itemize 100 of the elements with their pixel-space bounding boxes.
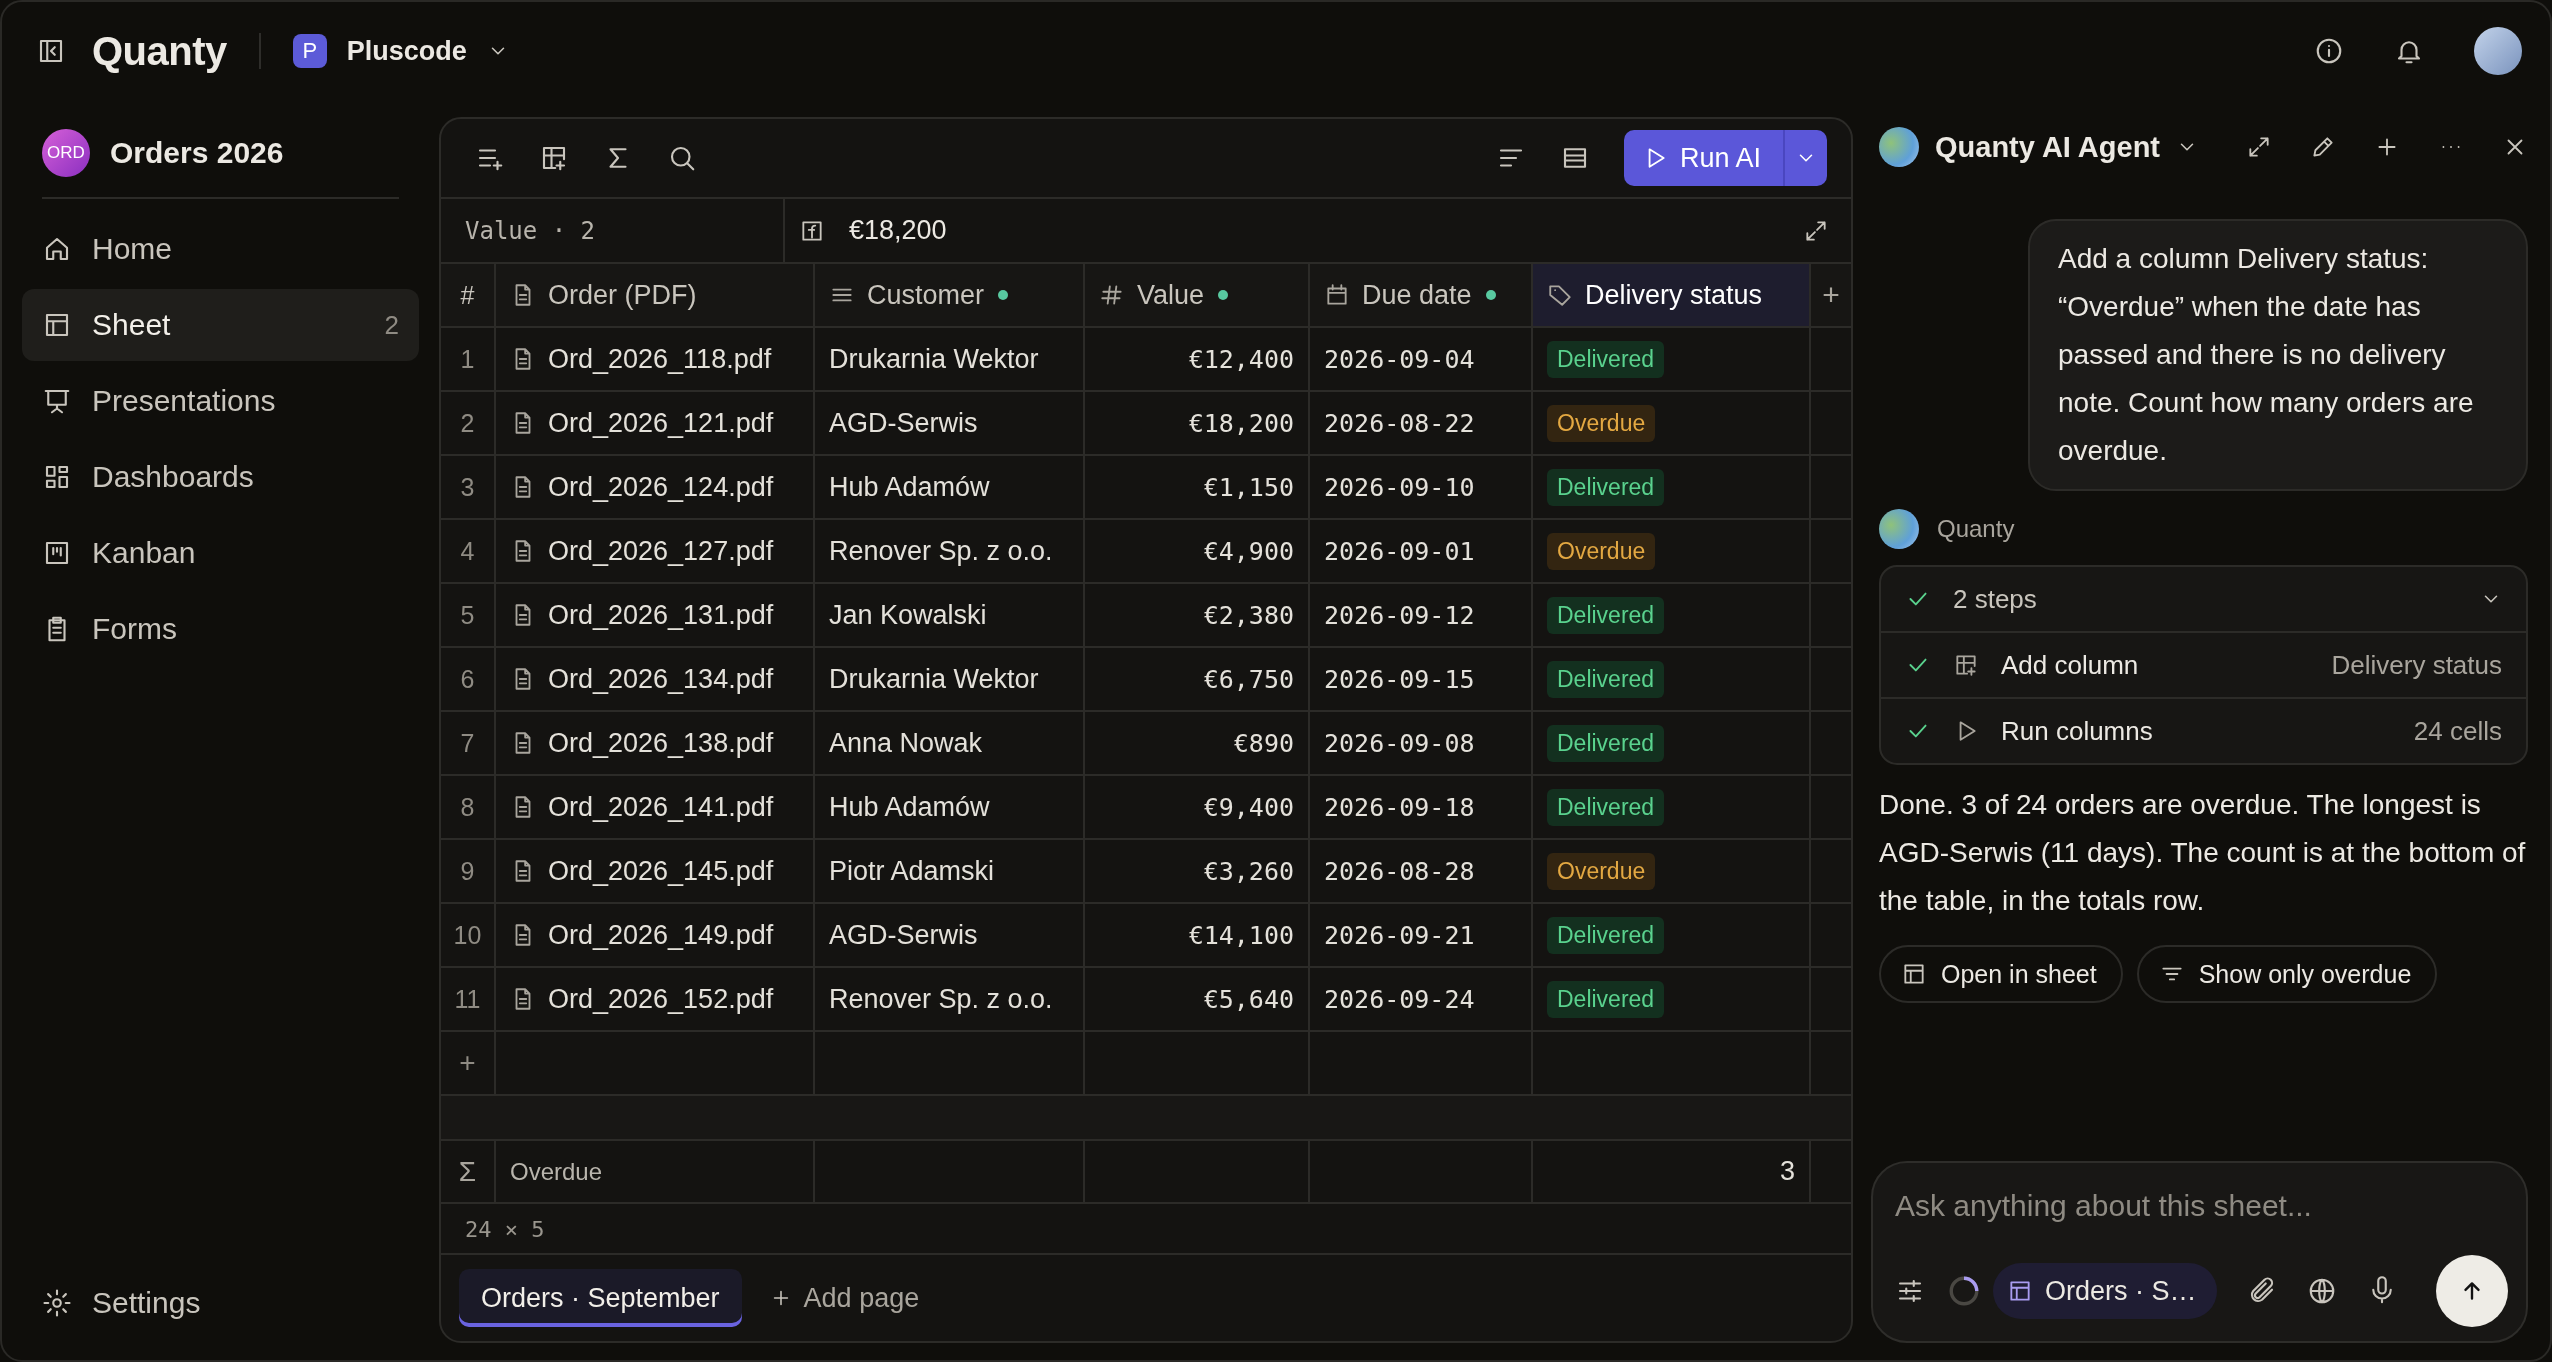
table-cell: Jan Kowalski (815, 584, 1085, 648)
expand-icon[interactable] (2246, 134, 2272, 160)
table-cell: AGD-Serwis (815, 392, 1085, 456)
column-header[interactable]: Value (1085, 264, 1310, 328)
table-cell: €6,750 (1085, 648, 1310, 712)
item-count: 2 (384, 309, 399, 341)
action-button[interactable]: Open in sheet (1879, 945, 2123, 1003)
table-cell: 2026-09-01 (1310, 520, 1533, 584)
file-name[interactable]: Ord_2026_152.pdf (548, 983, 774, 1015)
table-cell: Renover Sp. z o.o. (815, 968, 1085, 1032)
workspace-name[interactable]: Pluscode (346, 35, 467, 67)
file-name[interactable]: Ord_2026_145.pdf (548, 855, 774, 887)
column-header[interactable]: Customer (815, 264, 1085, 328)
status-badge: Delivered (1547, 980, 1665, 1018)
file-name[interactable]: Ord_2026_138.pdf (548, 727, 774, 759)
table-cell: 2026-09-10 (1310, 456, 1533, 520)
table-cell: Anna Nowak (815, 712, 1085, 776)
table-cell: Piotr Adamski (815, 840, 1085, 904)
project-badge: ORD (42, 129, 90, 177)
file-name[interactable]: Ord_2026_121.pdf (548, 407, 774, 439)
project-name: Orders 2026 (110, 136, 284, 170)
table-cell: €12,400 (1085, 328, 1310, 392)
status-badge: Delivered (1547, 340, 1665, 378)
agent-avatar (1879, 127, 1919, 167)
column-header[interactable]: Due date (1310, 264, 1533, 328)
file-name[interactable]: Ord_2026_134.pdf (548, 663, 774, 695)
sidebar-item[interactable]: Kanban (22, 517, 419, 589)
page-tab[interactable]: Orders · September (459, 1269, 742, 1327)
row-number: 2 (441, 392, 496, 456)
row-number: 6 (441, 648, 496, 712)
settings-item[interactable]: Settings (22, 1267, 419, 1339)
file-name[interactable]: Ord_2026_127.pdf (548, 535, 774, 567)
status-badge: Delivered (1547, 724, 1665, 762)
table-cell: Renover Sp. z o.o. (815, 520, 1085, 584)
table-cell: 2026-09-18 (1310, 776, 1533, 840)
workspace-badge: P (292, 34, 327, 68)
row-number: 5 (441, 584, 496, 648)
row-number: 7 (441, 712, 496, 776)
status-badge: Delivered (1547, 468, 1665, 506)
table-cell: €1,150 (1085, 456, 1310, 520)
status-badge: Overdue (1547, 532, 1656, 570)
table-cell: €5,640 (1085, 968, 1310, 1032)
table-cell: 2026-09-04 (1310, 328, 1533, 392)
action-button[interactable]: Show only overdue (2136, 945, 2438, 1003)
spinner-icon (1947, 1274, 1981, 1308)
column-header[interactable]: Order (PDF) (496, 264, 815, 328)
table-cell: 2026-09-24 (1310, 968, 1533, 1032)
table-dimensions: 24 × 5 (465, 1216, 545, 1242)
message-input[interactable]: Ask anything about this sheet... (1895, 1185, 2508, 1227)
status-badge: Overdue (1547, 404, 1656, 442)
file-name[interactable]: Ord_2026_141.pdf (548, 791, 774, 823)
row-number: 10 (441, 904, 496, 968)
row-number: 11 (441, 968, 496, 1032)
sidebar-item[interactable]: Sheet 2 (22, 289, 419, 361)
table-icon (2007, 1278, 2033, 1304)
formula-value[interactable]: €18,200 (849, 215, 947, 246)
cell-reference: Value · 2 (441, 199, 785, 262)
file-name[interactable]: Ord_2026_149.pdf (548, 919, 774, 951)
table-cell: €14,100 (1085, 904, 1310, 968)
sidebar-item[interactable]: Forms (22, 593, 419, 665)
step-label: Run columns (2001, 715, 2153, 747)
row-number: 3 (441, 456, 496, 520)
status-badge: Delivered (1547, 660, 1665, 698)
table-cell: Drukarnia Wektor (815, 648, 1085, 712)
totals-label: Overdue (496, 1141, 815, 1204)
table-cell: €2,380 (1085, 584, 1310, 648)
file-name[interactable]: Ord_2026_131.pdf (548, 599, 774, 631)
table-cell: 2026-09-21 (1310, 904, 1533, 968)
row-number: 9 (441, 840, 496, 904)
author-name: Quanty (1937, 515, 2015, 543)
table-cell: €4,900 (1085, 520, 1310, 584)
user-avatar[interactable] (2474, 27, 2522, 75)
context-chip[interactable]: Orders · S… (1993, 1263, 2217, 1319)
steps-summary[interactable]: 2 steps (1881, 567, 2526, 631)
step-label: Add column (2001, 649, 2139, 681)
user-message: Add a column Delivery status: “Overdue” when the date has passed and there is no delivery note. Count how many orders are overdue. (2028, 219, 2528, 491)
table-cell: €3,260 (1085, 840, 1310, 904)
agent-title[interactable]: Quanty AI Agent (1935, 130, 2161, 164)
table-add-icon (1953, 652, 1979, 678)
table-cell: Hub Adamów (815, 456, 1085, 520)
info-icon[interactable] (2314, 36, 2344, 66)
table-icon (1901, 961, 1927, 987)
column-header[interactable]: Delivery status (1533, 264, 1811, 328)
file-name[interactable]: Ord_2026_124.pdf (548, 471, 774, 503)
table-cell: Hub Adamów (815, 776, 1085, 840)
sidebar-item[interactable]: Home (22, 213, 419, 285)
sidebar-item[interactable]: Presentations (22, 365, 419, 437)
tag-icon (1547, 282, 1573, 308)
run-ai-button[interactable]: Run AI (1623, 130, 1783, 186)
table-cell: €9,400 (1085, 776, 1310, 840)
table-cell: 2026-09-15 (1310, 648, 1533, 712)
table-cell: €18,200 (1085, 392, 1310, 456)
sidebar-item[interactable]: Dashboards (22, 441, 419, 513)
app-logo: Quanty (92, 28, 227, 74)
pencil-icon[interactable] (2310, 134, 2336, 160)
step-detail: Delivery status (2331, 649, 2502, 681)
add-page-button[interactable]: Add page (769, 1282, 920, 1314)
step-detail: 24 cells (2413, 715, 2502, 747)
table-cell: 2026-08-28 (1310, 840, 1533, 904)
file-name[interactable]: Ord_2026_118.pdf (548, 343, 772, 375)
